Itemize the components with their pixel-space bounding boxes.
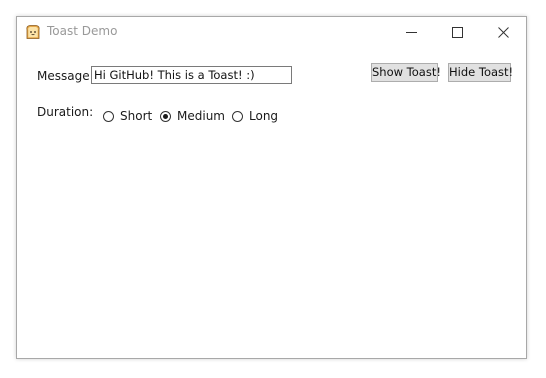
radio-button[interactable] [232,110,243,122]
radio-label: Short [120,109,153,123]
radio-button-selected[interactable] [160,110,171,122]
hide-toast-button[interactable]: Hide Toast! [448,63,513,82]
message-input[interactable] [91,66,292,84]
duration-label: Duration: [37,105,94,119]
minimize-button[interactable] [388,17,434,47]
close-icon [497,26,509,38]
maximize-button[interactable] [434,17,480,47]
show-toast-button[interactable]: Show Toast! [371,63,441,82]
window-title: Toast Demo [47,24,118,38]
maximize-icon [451,26,463,38]
radio-button[interactable] [103,110,114,122]
duration-option-short[interactable]: Short [103,109,152,123]
title-bar[interactable]: Toast Demo [17,17,526,47]
message-label: Message: [37,69,94,83]
app-window: Toast Demo Message: Show Toast! Hide Toa… [16,16,527,359]
radio-label: Long [249,109,279,123]
duration-option-long[interactable]: Long [232,109,278,123]
radio-label: Medium [177,109,225,123]
toast-icon [25,24,41,40]
minimize-icon [405,31,417,33]
close-button[interactable] [480,17,526,47]
duration-option-medium[interactable]: Medium [160,109,225,123]
